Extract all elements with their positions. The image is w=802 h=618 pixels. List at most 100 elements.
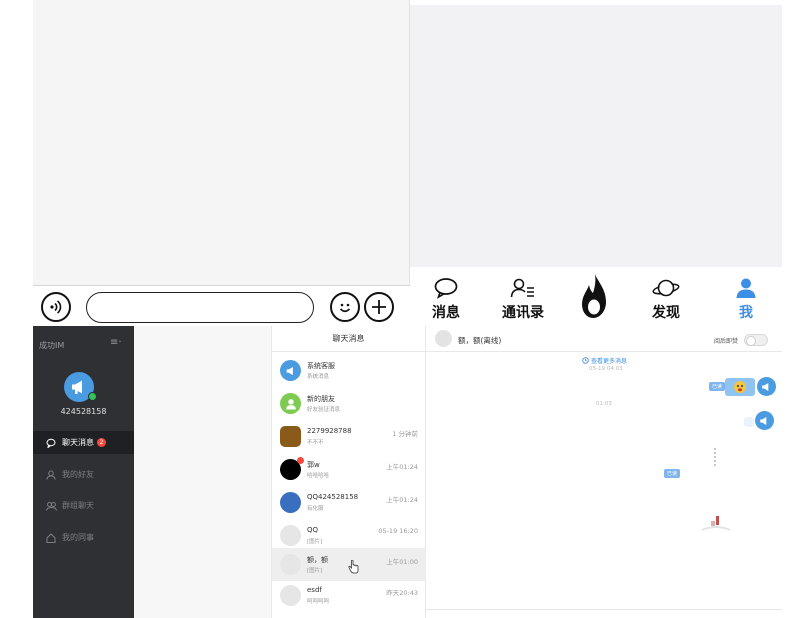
avatar — [280, 426, 301, 447]
chat-preview: [图片] — [307, 539, 323, 545]
tab-me[interactable]: 我 — [716, 267, 776, 324]
chat-time: 上午01:24 — [386, 496, 418, 504]
read-status-tag: 已读 — [664, 469, 681, 478]
chat-list-title: 聊天消息 — [272, 326, 425, 352]
sidebar-item-colleagues[interactable]: 我的同事 — [33, 526, 134, 549]
chat-preview: 呵呵呵呵 — [307, 599, 330, 605]
list-item[interactable]: QQ424528158 有化服 上午01:24 — [272, 486, 426, 519]
message-input[interactable] — [86, 292, 314, 323]
chat-input-bar — [33, 286, 410, 326]
chat-name: 额，额 — [307, 556, 328, 564]
sidebar-menu-button[interactable]: ≡· — [110, 337, 122, 348]
chat-name: 郭w — [307, 461, 320, 469]
user-id: 424528158 — [60, 407, 107, 416]
emoji-icon — [339, 303, 351, 313]
mobile-tab-bar: 消息 通讯录 发现 我 — [410, 267, 782, 324]
chat-time: 上午01:24 — [386, 463, 418, 471]
emoji-button[interactable] — [330, 292, 360, 322]
chat-name: esdf — [307, 586, 322, 594]
screenshot-collage: 消息 通讯录 发现 我 成功IM ≡· 424528158 聊天消息 2 我的好… — [0, 0, 802, 618]
avatar — [280, 525, 301, 546]
unread-badge: 2 — [97, 438, 106, 447]
sidebar-item-friends[interactable]: 我的好友 — [33, 463, 134, 486]
chat-name: QQ424528158 — [307, 493, 359, 501]
mobile-content-area — [410, 5, 782, 267]
list-item[interactable]: 新的朋友 好友验证消息 — [272, 387, 426, 420]
contacts-icon — [510, 278, 534, 298]
chat-name: 新的朋友 — [307, 395, 335, 403]
clock-icon — [582, 357, 589, 364]
sidebar-item-label: 群组聊天 — [62, 501, 94, 510]
message-bubble — [744, 417, 754, 427]
chat-time: 昨天20:43 — [386, 589, 418, 597]
avatar — [280, 492, 301, 513]
avatar — [757, 377, 776, 396]
unread-dot — [297, 457, 304, 464]
tab-label: 发现 — [652, 305, 680, 321]
list-item[interactable]: esdf 呵呵呵呵 昨天20:43 — [272, 579, 426, 612]
loading-dots — [714, 448, 716, 468]
list-item[interactable]: 2279928788 不不不 1 分钟前 — [272, 420, 426, 453]
chat-list: 聊天消息 系统客服 系统消息 新的朋友 好友验证消息 2279928788 不不… — [271, 326, 426, 618]
chat-icon — [46, 438, 56, 448]
chat-name: 2279928788 — [307, 427, 352, 435]
more-plus-button[interactable] — [364, 292, 394, 322]
person-icon — [736, 278, 756, 298]
burn-after-reading-toggle[interactable] — [744, 334, 768, 346]
person-icon — [285, 398, 296, 409]
avatar — [755, 411, 774, 430]
chat-window-header: 额，额(离线) 阅后即焚 — [426, 326, 782, 352]
sidebar-item-label: 我的好友 — [62, 470, 94, 479]
chat-preview: 系统消息 — [307, 374, 330, 380]
avatar[interactable] — [435, 330, 452, 347]
avatar — [280, 360, 301, 381]
sidebar-item-label: 聊天消息 — [62, 438, 94, 447]
list-item[interactable]: 系统客服 系统消息 — [272, 354, 426, 387]
chat-message-area — [33, 0, 410, 285]
home-icon — [46, 532, 56, 543]
sidebar-item-chat-messages[interactable]: 聊天消息 2 — [33, 431, 134, 454]
megaphone-icon — [286, 366, 293, 375]
plus-icon — [372, 300, 386, 314]
load-more-label: 查看更多消息 — [591, 358, 628, 365]
chat-name: QQ — [307, 526, 319, 534]
chat-time: 05-19 16:20 — [378, 527, 418, 535]
chat-window: 额，额(离线) 阅后即焚 查看更多消息 05-19 04:03 已读 01:03… — [426, 326, 782, 618]
chat-preview: 有化服 — [307, 506, 324, 512]
group-icon — [45, 501, 57, 511]
chat-preview: [图片] — [307, 568, 323, 574]
tab-discover[interactable]: 发现 — [636, 267, 696, 324]
app-name: 成功IM — [39, 341, 65, 350]
list-item[interactable]: 郭w 哈哈哈哈 上午01:24 — [272, 453, 426, 486]
voice-button[interactable] — [41, 292, 71, 322]
megaphone-icon — [72, 380, 82, 394]
message-timestamp: 05-19 04:03 — [589, 366, 623, 372]
sidebar-item-groups[interactable]: 群组聊天 — [33, 494, 134, 517]
image-message-thumbnail[interactable] — [696, 506, 736, 536]
emoji-sticker-icon — [734, 381, 746, 393]
chat-time: 1 分钟前 — [392, 430, 418, 438]
chat-window-divider — [426, 609, 782, 610]
flame-logo[interactable] — [580, 273, 608, 323]
planet-icon — [652, 279, 680, 297]
tab-messages[interactable]: 消息 — [416, 267, 476, 324]
online-status-dot — [88, 392, 97, 401]
list-item[interactable]: 额，额 [图片] 上午01:00 — [272, 548, 426, 581]
tab-label: 我 — [739, 305, 753, 321]
load-more-messages-link[interactable]: 查看更多消息 — [582, 356, 627, 365]
read-status-tag: 已读 — [709, 382, 726, 391]
tab-contacts[interactable]: 通讯录 — [493, 267, 553, 324]
tab-label: 消息 — [432, 305, 460, 321]
hand-cursor-icon — [348, 560, 359, 574]
friend-icon — [46, 470, 56, 480]
avatar — [280, 393, 301, 414]
sidebar-item-label: 我的同事 — [62, 533, 94, 542]
tab-label: 通讯录 — [502, 305, 544, 321]
message-bubble — [725, 378, 755, 396]
chat-bubble-icon — [434, 278, 458, 299]
flame-icon — [582, 274, 606, 318]
desktop-sidebar: 成功IM ≡· 424528158 聊天消息 2 我的好友 群组聊天 我的同事 — [33, 326, 134, 618]
empty-panel — [134, 326, 271, 618]
chat-title: 额，额(离线) — [458, 336, 502, 345]
burn-after-reading-label: 阅后即焚 — [713, 338, 738, 345]
